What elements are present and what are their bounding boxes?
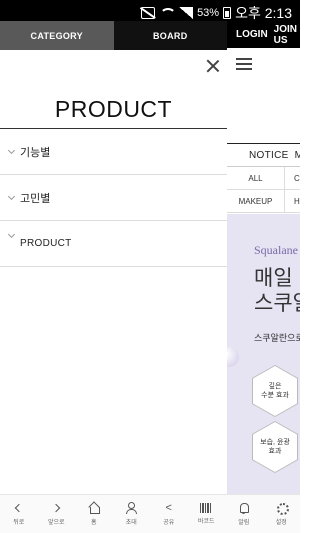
category-h[interactable]: H [285, 197, 300, 206]
tab-category[interactable]: CATEGORY [0, 21, 114, 50]
banner-brand: Squalane [254, 243, 298, 257]
signal-icon [179, 7, 194, 19]
chevron-down-icon [7, 192, 16, 200]
tab-board[interactable]: BOARD [113, 21, 227, 50]
forward-icon [49, 502, 63, 514]
home-icon [87, 502, 101, 514]
clock: 오후 2:13 [235, 5, 292, 21]
barcode-icon [200, 503, 213, 513]
nav-label: 홈 [90, 520, 97, 526]
nav-label: 초대 [125, 520, 137, 526]
nav-label: 알림 [238, 520, 250, 526]
category-row: MAKEUP H [227, 190, 300, 213]
hamburger-icon[interactable] [236, 58, 252, 70]
chevron-down-icon [7, 230, 16, 239]
side-drawer: CATEGORY BOARD PRODUCT 기능별 고민별 PRODUCT [0, 21, 227, 494]
close-icon[interactable] [206, 59, 220, 73]
nav-back-button[interactable]: 뒤로 [0, 495, 38, 533]
menu-item-label: PRODUCT [20, 238, 72, 249]
category-c[interactable]: C [285, 174, 300, 183]
nav-share-button[interactable]: 공유 [150, 495, 188, 533]
nav-invite-button[interactable]: 초대 [113, 495, 151, 533]
board-tabs: NOTICE ME [227, 143, 300, 167]
nav-label: 바코드 [197, 519, 215, 525]
category-menu: 기능별 고민별 PRODUCT [0, 129, 227, 267]
menu-item-product[interactable]: PRODUCT [0, 221, 227, 267]
mute-icon [141, 7, 156, 19]
top-bar: LOGIN JOIN US [227, 21, 300, 48]
droplet-icon [227, 347, 239, 367]
background-page: LOGIN JOIN US NOTICE ME ALL C MAKEUP H S… [227, 21, 300, 494]
banner-description: 스쿠알란으로 [254, 333, 300, 343]
tab-me[interactable]: ME [295, 150, 300, 161]
drawer-title: PRODUCT [54, 96, 173, 122]
share-icon [162, 502, 176, 514]
menu-item-by-function[interactable]: 기능별 [0, 129, 227, 175]
invite-icon [124, 502, 138, 514]
feature-hexagon: 깊은 수분 효과 [253, 366, 297, 416]
promo-banner[interactable]: Squalane 매일 바 스쿠알 스쿠알란으로 깊은수분 효과 보습, 윤광효… [227, 214, 300, 494]
nav-home-button[interactable]: 홈 [75, 495, 113, 533]
category-row: ALL C [227, 167, 300, 190]
nav-forward-button[interactable]: 앞으로 [38, 495, 76, 533]
nav-settings-button[interactable]: 설정 [263, 495, 301, 533]
category-makeup[interactable]: MAKEUP [227, 190, 285, 212]
tab-notice[interactable]: NOTICE [249, 150, 289, 161]
login-link[interactable]: LOGIN [236, 29, 268, 40]
menu-item-label: 고민별 [20, 192, 51, 205]
nav-notifications-button[interactable]: 알림 [225, 495, 263, 533]
banner-headline: 매일 바 스쿠알 [254, 267, 300, 315]
nav-label: 뒤로 [13, 520, 25, 526]
nav-label: 설정 [275, 520, 287, 526]
drawer-tabs: CATEGORY BOARD [0, 21, 227, 50]
nav-barcode-button[interactable]: 바코드 [188, 495, 226, 533]
menu-item-by-concern[interactable]: 고민별 [0, 175, 227, 221]
back-icon [12, 502, 26, 514]
join-link[interactable]: JOIN US [274, 24, 300, 46]
nav-label: 앞으로 [47, 520, 65, 526]
wifi-icon [159, 7, 177, 19]
chevron-down-icon [7, 146, 16, 154]
bottom-nav: 뒤로 앞으로 홈 초대 공유 바코드 알림 설정 [0, 494, 300, 533]
gear-icon [274, 502, 290, 515]
menu-item-label: 기능별 [20, 146, 51, 159]
battery-icon [223, 7, 232, 19]
battery-percent: 53% [197, 7, 220, 19]
feature-hexagon: 보습, 윤광 효과 [253, 422, 297, 472]
nav-label: 공유 [163, 520, 175, 526]
category-all[interactable]: ALL [227, 167, 285, 189]
bell-icon [237, 502, 251, 514]
status-bar: 53% 오후 2:13 [0, 0, 300, 21]
status-icons: 53% 오후 2:13 [141, 3, 292, 23]
